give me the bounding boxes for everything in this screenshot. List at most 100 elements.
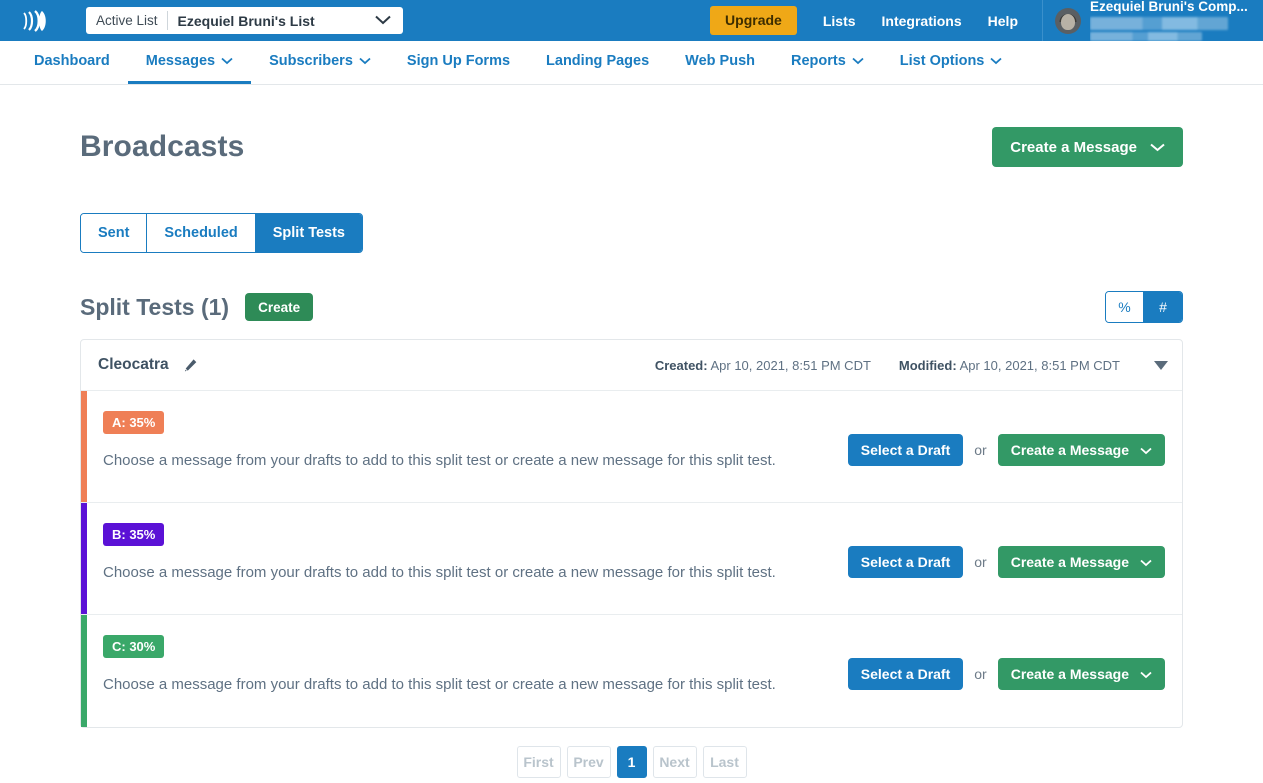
variant-badge: C: 30% bbox=[103, 635, 164, 658]
unit-toggle: % # bbox=[1105, 291, 1183, 323]
page-header: Broadcasts Create a Message bbox=[80, 85, 1183, 167]
pagination-next[interactable]: Next bbox=[653, 746, 697, 778]
chevron-down-icon bbox=[359, 53, 371, 69]
create-split-test-button[interactable]: Create bbox=[245, 293, 313, 321]
tab-split-tests[interactable]: Split Tests bbox=[256, 214, 362, 252]
nav-item-list-options[interactable]: List Options bbox=[882, 41, 1021, 84]
nav-label: Subscribers bbox=[269, 53, 353, 69]
account-text: Ezequiel Bruni's Comp... bbox=[1090, 0, 1248, 41]
avatar-face bbox=[1061, 14, 1075, 30]
broadcast-tabs: Sent Scheduled Split Tests bbox=[80, 213, 363, 253]
section-title: Split Tests (1) bbox=[80, 294, 229, 321]
nav-label: Messages bbox=[146, 53, 215, 69]
section-header: Split Tests (1) Create % # bbox=[80, 291, 1183, 323]
variant-main: C: 30% Choose a message from your drafts… bbox=[103, 635, 803, 697]
chevron-down-icon[interactable] bbox=[375, 12, 391, 30]
pagination-prev[interactable]: Prev bbox=[567, 746, 611, 778]
nav-item-reports[interactable]: Reports bbox=[773, 41, 882, 84]
nav-label: Landing Pages bbox=[546, 53, 649, 69]
select-a-draft-button[interactable]: Select a Draft bbox=[848, 658, 963, 690]
top-bar-right: Upgrade Lists Integrations Help Ezequiel… bbox=[710, 0, 1263, 41]
pagination-last[interactable]: Last bbox=[703, 746, 747, 778]
variant-main: A: 35% Choose a message from your drafts… bbox=[103, 411, 803, 473]
nav-item-messages[interactable]: Messages bbox=[128, 41, 251, 84]
split-test-meta: Created: Apr 10, 2021, 8:51 PM CDT Modif… bbox=[655, 358, 1168, 373]
split-test-card: Cleocatra Created: Apr 10, 2021, 8:51 PM… bbox=[80, 339, 1183, 728]
create-a-message-label: Create a Message bbox=[1010, 139, 1137, 156]
nav-label: List Options bbox=[900, 53, 985, 69]
variant-description: Choose a message from your drafts to add… bbox=[103, 674, 803, 697]
tab-sent[interactable]: Sent bbox=[81, 214, 147, 252]
active-list-switcher[interactable]: Active List Ezequiel Bruni's List bbox=[86, 7, 403, 34]
account-email-redacted bbox=[1090, 17, 1228, 30]
created-label: Created: bbox=[655, 358, 708, 373]
variant-actions: Select a Draft or Create a Message bbox=[848, 635, 1165, 690]
create-a-message-button[interactable]: Create a Message bbox=[998, 434, 1165, 466]
create-a-message-label: Create a Message bbox=[1011, 442, 1129, 458]
variant-actions: Select a Draft or Create a Message bbox=[848, 523, 1165, 578]
or-label: or bbox=[974, 442, 986, 458]
broadcast-tabs-wrapper: Sent Scheduled Split Tests bbox=[80, 213, 1183, 253]
page-title: Broadcasts bbox=[80, 130, 244, 164]
nav-item-sign-up-forms[interactable]: Sign Up Forms bbox=[389, 41, 528, 84]
unit-toggle-percent[interactable]: % bbox=[1106, 292, 1144, 322]
create-a-message-button[interactable]: Create a Message bbox=[998, 658, 1165, 690]
nav-label: Sign Up Forms bbox=[407, 53, 510, 69]
create-a-message-button[interactable]: Create a Message bbox=[992, 127, 1183, 167]
nav-label: Web Push bbox=[685, 53, 755, 69]
nav-item-subscribers[interactable]: Subscribers bbox=[251, 41, 389, 84]
unit-toggle-number[interactable]: # bbox=[1144, 292, 1182, 322]
variant-color-bar bbox=[81, 503, 87, 614]
or-label: or bbox=[974, 666, 986, 682]
variant-description: Choose a message from your drafts to add… bbox=[103, 562, 803, 585]
chevron-down-icon bbox=[1140, 666, 1152, 682]
chevron-down-icon bbox=[221, 53, 233, 69]
top-link-help[interactable]: Help bbox=[988, 13, 1018, 29]
variant-row: B: 35% Choose a message from your drafts… bbox=[81, 503, 1182, 615]
select-a-draft-button[interactable]: Select a Draft bbox=[848, 546, 963, 578]
split-test-name: Cleocatra bbox=[98, 356, 169, 374]
variant-description: Choose a message from your drafts to add… bbox=[103, 450, 803, 473]
nav-label: Dashboard bbox=[34, 53, 110, 69]
account-name: Ezequiel Bruni's Comp... bbox=[1090, 0, 1248, 14]
chevron-down-icon bbox=[852, 53, 864, 69]
account-menu[interactable]: Ezequiel Bruni's Comp... bbox=[1043, 0, 1263, 41]
variant-color-bar bbox=[81, 615, 87, 727]
aweber-logo-icon[interactable] bbox=[8, 8, 62, 34]
upgrade-button[interactable]: Upgrade bbox=[710, 6, 797, 35]
active-list-label: Active List bbox=[96, 13, 167, 28]
account-email-redacted-line2 bbox=[1090, 32, 1202, 41]
create-a-message-button[interactable]: Create a Message bbox=[998, 546, 1165, 578]
or-label: or bbox=[974, 554, 986, 570]
modified-label: Modified: bbox=[899, 358, 957, 373]
modified-value: Apr 10, 2021, 8:51 PM CDT bbox=[960, 358, 1120, 373]
variant-color-bar bbox=[81, 391, 87, 502]
main-navigation: Dashboard Messages Subscribers Sign Up F… bbox=[0, 41, 1263, 85]
tab-scheduled[interactable]: Scheduled bbox=[147, 214, 255, 252]
variant-actions: Select a Draft or Create a Message bbox=[848, 411, 1165, 466]
top-link-lists[interactable]: Lists bbox=[823, 13, 856, 29]
nav-item-landing-pages[interactable]: Landing Pages bbox=[528, 41, 667, 84]
split-test-card-header: Cleocatra Created: Apr 10, 2021, 8:51 PM… bbox=[81, 340, 1182, 391]
variant-row: A: 35% Choose a message from your drafts… bbox=[81, 391, 1182, 503]
pagination-first[interactable]: First bbox=[517, 746, 561, 778]
active-list-value: Ezequiel Bruni's List bbox=[168, 13, 315, 29]
section-header-left: Split Tests (1) Create bbox=[80, 293, 313, 321]
variant-row: C: 30% Choose a message from your drafts… bbox=[81, 615, 1182, 727]
variant-badge: A: 35% bbox=[103, 411, 164, 434]
created-meta: Created: Apr 10, 2021, 8:51 PM CDT bbox=[655, 358, 871, 373]
pencil-icon[interactable] bbox=[183, 358, 198, 373]
modified-meta: Modified: Apr 10, 2021, 8:51 PM CDT bbox=[899, 358, 1120, 373]
pagination: First Prev 1 Next Last bbox=[80, 746, 1183, 778]
top-link-integrations[interactable]: Integrations bbox=[882, 13, 962, 29]
variant-main: B: 35% Choose a message from your drafts… bbox=[103, 523, 803, 585]
chevron-down-icon bbox=[990, 53, 1002, 69]
page-content: Broadcasts Create a Message Sent Schedul… bbox=[0, 85, 1263, 778]
select-a-draft-button[interactable]: Select a Draft bbox=[848, 434, 963, 466]
nav-item-dashboard[interactable]: Dashboard bbox=[16, 41, 128, 84]
chevron-down-icon bbox=[1140, 442, 1152, 458]
chevron-down-icon[interactable] bbox=[1154, 361, 1168, 370]
pagination-page-1[interactable]: 1 bbox=[617, 746, 647, 778]
nav-item-web-push[interactable]: Web Push bbox=[667, 41, 773, 84]
create-a-message-label: Create a Message bbox=[1011, 666, 1129, 682]
